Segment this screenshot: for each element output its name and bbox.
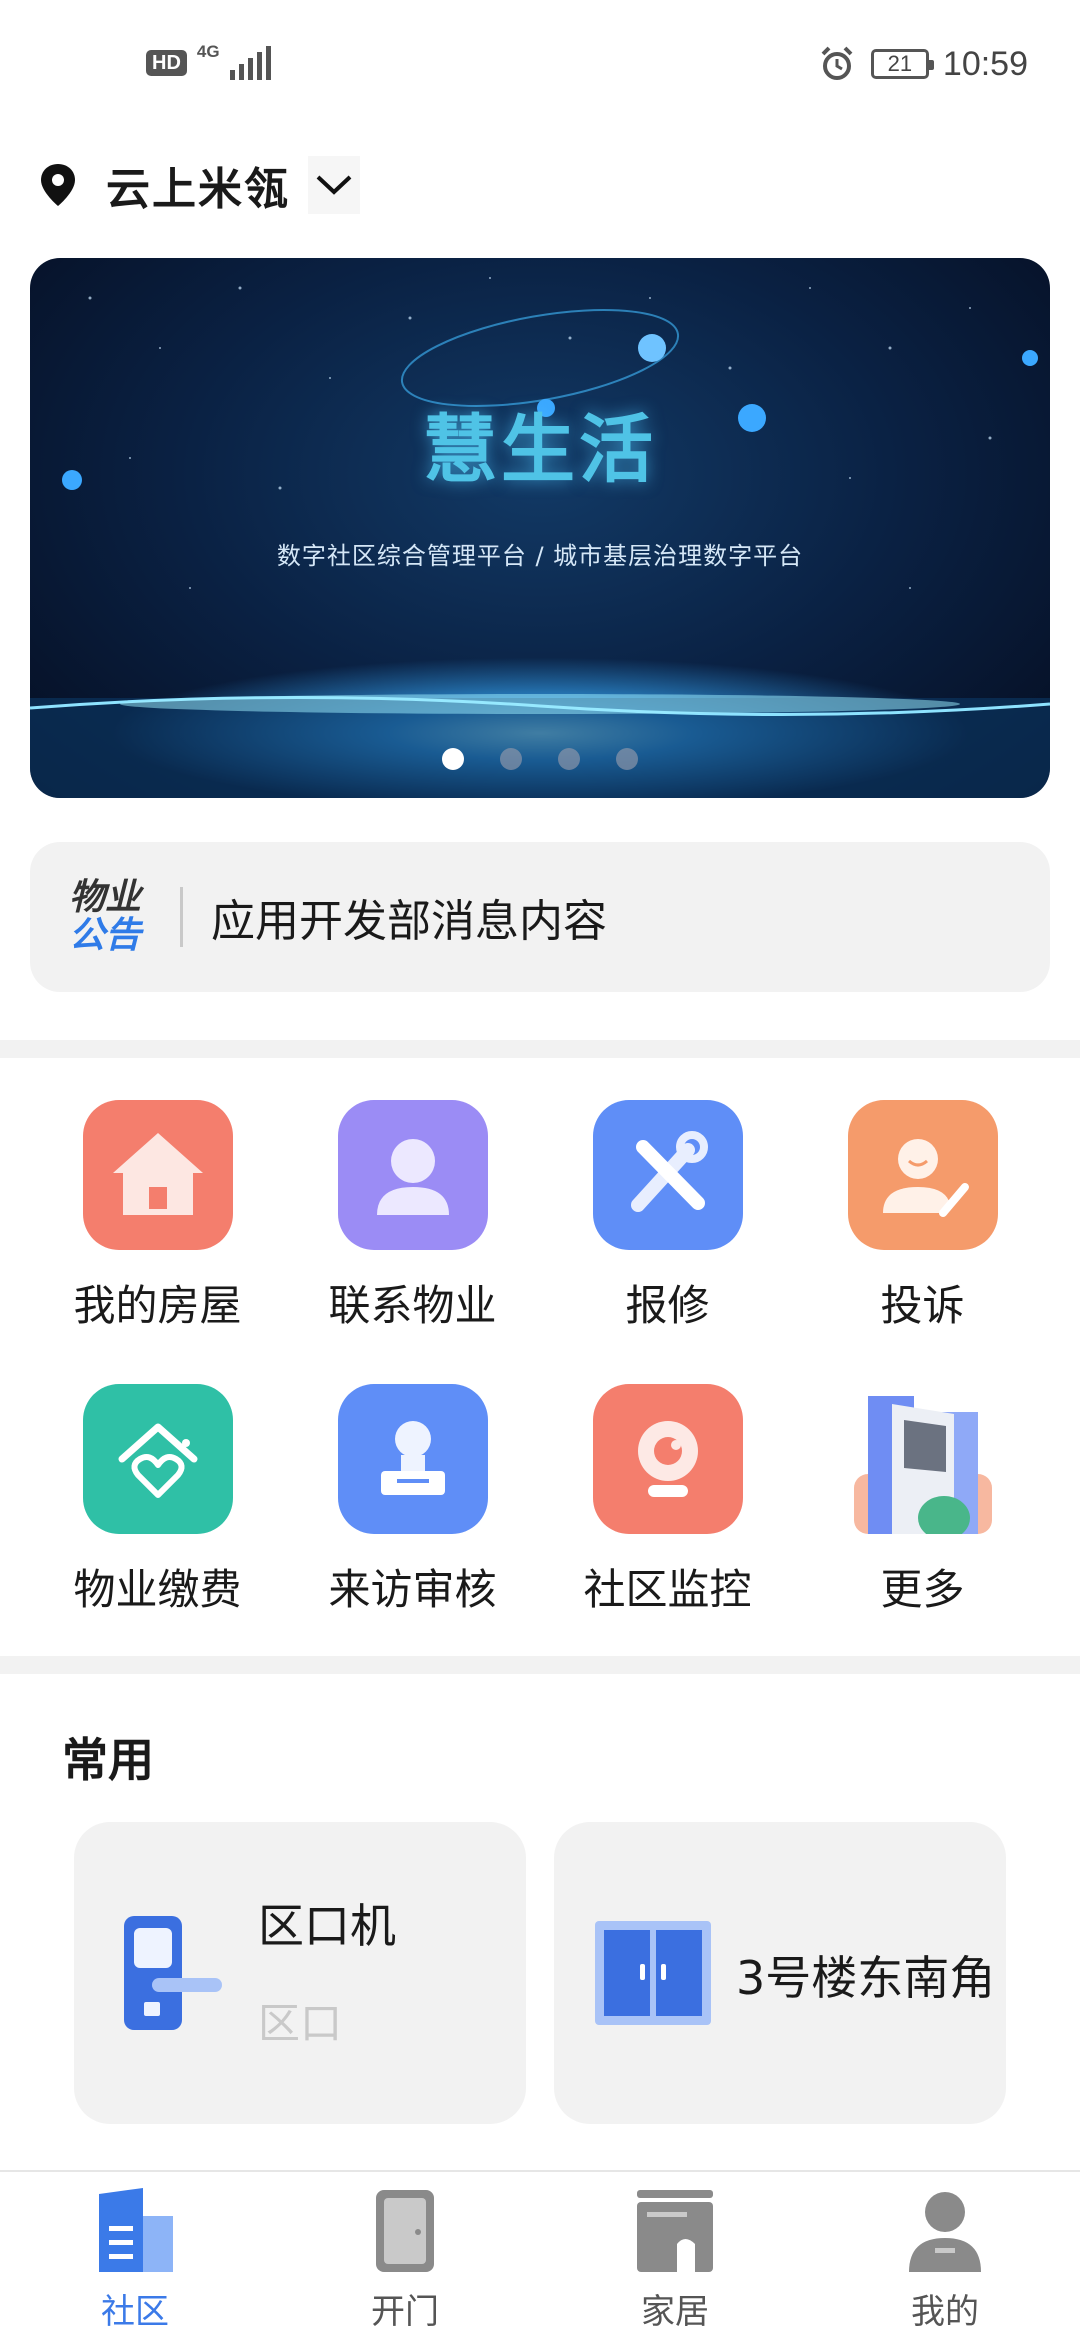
payment-heart-icon bbox=[82, 1384, 233, 1534]
notice-divider bbox=[180, 887, 183, 947]
service-label: 来访审核 bbox=[328, 1565, 497, 1614]
house-icon bbox=[82, 1100, 233, 1250]
notice-text: 应用开发部消息内容 bbox=[211, 896, 607, 947]
complaint-person-icon bbox=[847, 1100, 998, 1250]
service-my-house[interactable]: 我的房屋 bbox=[30, 1100, 285, 1350]
location-name: 云上米瓴 bbox=[106, 164, 290, 215]
alarm-icon bbox=[821, 46, 853, 80]
bottom-tab-bar: 社区 开门 家居 我的 bbox=[0, 2170, 1080, 2340]
service-label: 物业缴费 bbox=[73, 1565, 242, 1614]
home-device-icon bbox=[633, 2186, 717, 2274]
status-left: HD 4G bbox=[146, 41, 271, 80]
clock: 10:59 bbox=[942, 44, 1028, 83]
tab-label: 我的 bbox=[911, 2292, 979, 2332]
location-selector[interactable]: 云上米瓴 bbox=[38, 156, 360, 215]
network-label: 4G bbox=[196, 41, 220, 61]
battery-icon: 21 bbox=[870, 49, 934, 79]
carousel-dot[interactable] bbox=[442, 748, 464, 770]
common-section-title: 常用 bbox=[62, 1733, 154, 1787]
carousel-dot[interactable] bbox=[500, 748, 522, 770]
service-property-payment[interactable]: 物业缴费 bbox=[30, 1384, 285, 1634]
service-label: 投诉 bbox=[880, 1281, 965, 1330]
service-label: 更多 bbox=[880, 1565, 965, 1614]
banner-subtitle: 数字社区综合管理平台 / 城市基层治理数字平台 bbox=[276, 542, 804, 570]
notice-logo-line1: 物业 bbox=[68, 877, 141, 918]
starfield-decoration bbox=[30, 277, 1050, 798]
notice-logo-line2: 公告 bbox=[68, 915, 141, 956]
status-right: 21 10:59 bbox=[817, 44, 1028, 84]
tab-home[interactable]: 家居 bbox=[540, 2186, 810, 2336]
common-card-entrance-unit[interactable]: 区口机 区口 bbox=[74, 1822, 526, 2124]
community-icon bbox=[93, 2186, 177, 2274]
tab-label: 社区 bbox=[101, 2292, 169, 2332]
common-card-building-3[interactable]: 3号楼东南角 bbox=[554, 1822, 1006, 2124]
card-title: 区口机 bbox=[258, 1899, 396, 1953]
status-bar: HD 4G 21 10:59 bbox=[0, 0, 1080, 130]
location-pin-icon bbox=[41, 164, 75, 206]
service-community-monitor[interactable]: 社区监控 bbox=[540, 1384, 795, 1634]
card-subtitle: 区口 bbox=[258, 1999, 343, 2048]
signal-icon bbox=[229, 46, 271, 80]
property-notice[interactable]: 物业 公告 应用开发部消息内容 bbox=[30, 842, 1050, 992]
profile-icon bbox=[903, 2186, 987, 2274]
service-repair[interactable]: 报修 bbox=[540, 1100, 795, 1350]
contact-person-icon bbox=[337, 1100, 488, 1250]
door-lock-icon bbox=[124, 1916, 222, 2030]
more-buildings-icon bbox=[848, 1384, 998, 1534]
card-title: 3号楼东南角 bbox=[736, 1951, 996, 2005]
service-label: 社区监控 bbox=[583, 1565, 752, 1614]
banner-title: 慧生活 bbox=[423, 407, 657, 493]
double-door-icon bbox=[595, 1921, 711, 2025]
service-label: 我的房屋 bbox=[73, 1281, 242, 1330]
tab-label: 家居 bbox=[641, 2292, 709, 2332]
service-label: 报修 bbox=[625, 1281, 710, 1330]
chevron-down-icon[interactable] bbox=[308, 156, 360, 214]
tab-label: 开门 bbox=[371, 2292, 439, 2332]
service-label: 联系物业 bbox=[328, 1281, 497, 1330]
carousel-indicator bbox=[30, 748, 1050, 770]
section-divider bbox=[0, 1656, 1080, 1674]
service-more[interactable]: 更多 bbox=[795, 1384, 1050, 1634]
service-contact-property[interactable]: 联系物业 bbox=[285, 1100, 540, 1350]
service-visitor-review[interactable]: 来访审核 bbox=[285, 1384, 540, 1634]
camera-icon bbox=[592, 1384, 743, 1534]
section-divider bbox=[0, 1040, 1080, 1058]
banner-carousel[interactable]: 慧生活 数字社区综合管理平台 / 城市基层治理数字平台 bbox=[30, 258, 1050, 798]
tab-open-door[interactable]: 开门 bbox=[270, 2186, 540, 2336]
tab-profile[interactable]: 我的 bbox=[810, 2186, 1080, 2336]
door-icon bbox=[363, 2186, 447, 2274]
carousel-dot[interactable] bbox=[616, 748, 638, 770]
repair-tools-icon bbox=[592, 1100, 743, 1250]
carousel-dot[interactable] bbox=[558, 748, 580, 770]
battery-level: 21 bbox=[887, 51, 913, 76]
tab-community[interactable]: 社区 bbox=[0, 2186, 270, 2336]
service-complaint[interactable]: 投诉 bbox=[795, 1100, 1050, 1350]
hd-badge: HD bbox=[146, 50, 187, 76]
visitor-review-icon bbox=[337, 1384, 488, 1534]
notice-logo: 物业 公告 bbox=[30, 842, 180, 992]
